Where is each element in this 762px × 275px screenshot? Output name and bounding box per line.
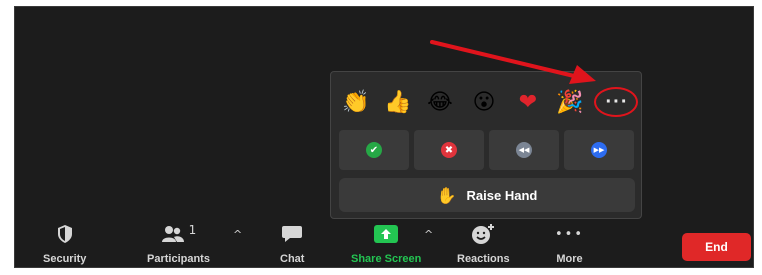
share-screen-caret[interactable]: ^ [424,228,433,241]
reactions-label: Reactions [457,253,510,265]
more-dots-icon: ••• [555,226,585,242]
go-slower-feedback-button[interactable]: ◀◀ [489,130,559,170]
fast-forward-icon: ▶▶ [591,142,607,158]
participants-button[interactable]: 1 Participants [147,221,210,265]
participants-label: Participants [147,253,210,265]
end-meeting-button[interactable]: End [682,233,751,261]
laugh-emoji-button[interactable]: 😂 [425,88,455,118]
chat-label: Chat [280,253,305,265]
x-icon: ✖ [441,142,457,158]
thumbs-up-emoji-button[interactable]: 👍 [383,88,413,118]
share-screen-icon [373,221,399,247]
raise-hand-label: Raise Hand [466,187,538,203]
clap-emoji-button[interactable]: 👏 [341,88,371,118]
yes-feedback-button[interactable]: ✔ [339,130,409,170]
participants-caret[interactable]: ^ [233,228,242,241]
more-emojis-button[interactable]: ··· [596,89,638,115]
chat-bubble-icon [281,221,303,247]
share-screen-button[interactable]: Share Screen [351,221,421,265]
meeting-window: 👏 👍 😂 😮 ❤ 🎉 ··· ✔ ✖ ◀◀ ▶▶ ✋ Raise Hand S… [14,6,754,268]
share-screen-label: Share Screen [351,253,422,265]
raise-hand-button[interactable]: ✋ Raise Hand [339,178,635,212]
security-label: Security [43,253,87,265]
chat-button[interactable]: Chat [280,221,304,265]
no-feedback-button[interactable]: ✖ [414,130,484,170]
emoji-plus-icon [471,221,495,247]
party-emoji-button[interactable]: 🎉 [555,88,585,118]
go-faster-feedback-button[interactable]: ▶▶ [564,130,634,170]
reactions-popup: 👏 👍 😂 😮 ❤ 🎉 ··· ✔ ✖ ◀◀ ▶▶ ✋ Raise Hand [330,71,642,219]
heart-emoji-button[interactable]: ❤ [513,88,543,118]
shield-icon [57,221,73,247]
more-label: More [556,253,583,265]
checkmark-icon: ✔ [366,142,382,158]
more-button[interactable]: ••• More [555,221,585,266]
participants-icon: 1 [161,221,197,247]
reactions-button[interactable]: Reactions [457,221,510,265]
participants-count: 1 [188,223,197,237]
security-button[interactable]: Security [43,221,86,265]
hand-icon: ✋ [436,185,457,205]
surprised-emoji-button[interactable]: 😮 [469,88,499,118]
rewind-icon: ◀◀ [516,142,532,158]
